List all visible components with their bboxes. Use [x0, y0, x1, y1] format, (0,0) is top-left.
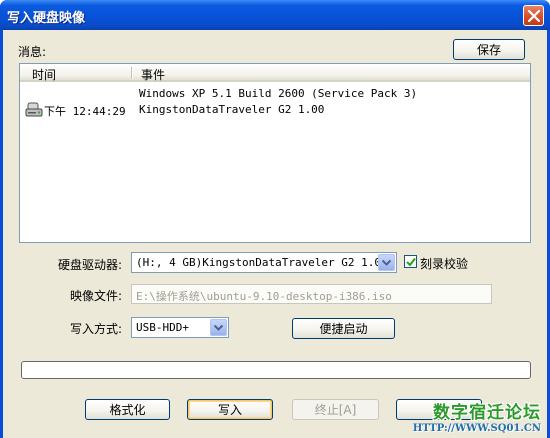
watermark-url: HTTP://WWW.SQ01.CN: [412, 423, 541, 434]
drive-select[interactable]: (H:, 4 GB)KingstonDataTraveler G2 1.00: [131, 252, 397, 273]
chevron-down-icon[interactable]: [210, 319, 227, 336]
dialog-window: 写入硬盘映像 消息: 保存 时间 事件 Windows XP 5.1 Build…: [0, 0, 550, 438]
drive-label: 硬盘驱动器:: [58, 258, 123, 272]
list-item[interactable]: 下午 12:44:29 KingstonDataTraveler G2 1.00: [20, 102, 530, 118]
dialog-client-area: 消息: 保存 时间 事件 Windows XP 5.1 Build 2600 (…: [3, 30, 547, 438]
watermark-title: 数字宿迁论坛: [433, 403, 541, 423]
close-icon: [528, 10, 540, 22]
quick-boot-button[interactable]: 便捷启动: [292, 318, 395, 339]
title-bar[interactable]: 写入硬盘映像: [0, 0, 550, 30]
image-file-field: E:\操作系统\ubuntu-9.10-desktop-i386.iso: [131, 284, 492, 304]
write-button[interactable]: 写入: [187, 399, 273, 420]
checkmark-icon: [406, 257, 416, 267]
column-time[interactable]: 时间: [32, 66, 56, 83]
verify-checkbox[interactable]: [404, 255, 417, 268]
write-method-label: 写入方式:: [70, 322, 123, 336]
column-event[interactable]: 事件: [141, 66, 165, 83]
row-event: KingstonDataTraveler G2 1.00: [139, 103, 325, 116]
image-file-label: 映像文件:: [70, 289, 123, 303]
message-list[interactable]: 时间 事件 Windows XP 5.1 Build 2600 (Service…: [19, 63, 531, 243]
list-header: 时间 事件: [20, 64, 530, 82]
row-event: Windows XP 5.1 Build 2600 (Service Pack …: [139, 87, 418, 100]
stop-button: 终止[A]: [292, 399, 379, 420]
format-button[interactable]: 格式化: [85, 399, 170, 420]
close-button[interactable]: [523, 5, 544, 26]
write-method-value: USB-HDD+: [136, 321, 189, 334]
row-time: 下午 12:44:29: [44, 105, 126, 118]
image-file-value: E:\操作系统\ubuntu-9.10-desktop-i386.iso: [136, 290, 392, 303]
list-item[interactable]: Windows XP 5.1 Build 2600 (Service Pack …: [20, 86, 530, 102]
messages-label: 消息:: [18, 45, 47, 59]
progress-bar: [21, 361, 531, 379]
write-method-select[interactable]: USB-HDD+: [131, 317, 229, 338]
save-button[interactable]: 保存: [453, 39, 525, 60]
window-title: 写入硬盘映像: [7, 11, 86, 26]
verify-label[interactable]: 刻录校验: [420, 255, 468, 272]
column-divider[interactable]: [131, 67, 133, 79]
drive-select-value: (H:, 4 GB)KingstonDataTraveler G2 1.00: [136, 256, 388, 269]
site-watermark: 数字宿迁论坛 HTTP://WWW.SQ01.CN: [413, 398, 541, 434]
disk-drive-icon: [25, 101, 43, 122]
chevron-down-icon[interactable]: [378, 254, 395, 271]
